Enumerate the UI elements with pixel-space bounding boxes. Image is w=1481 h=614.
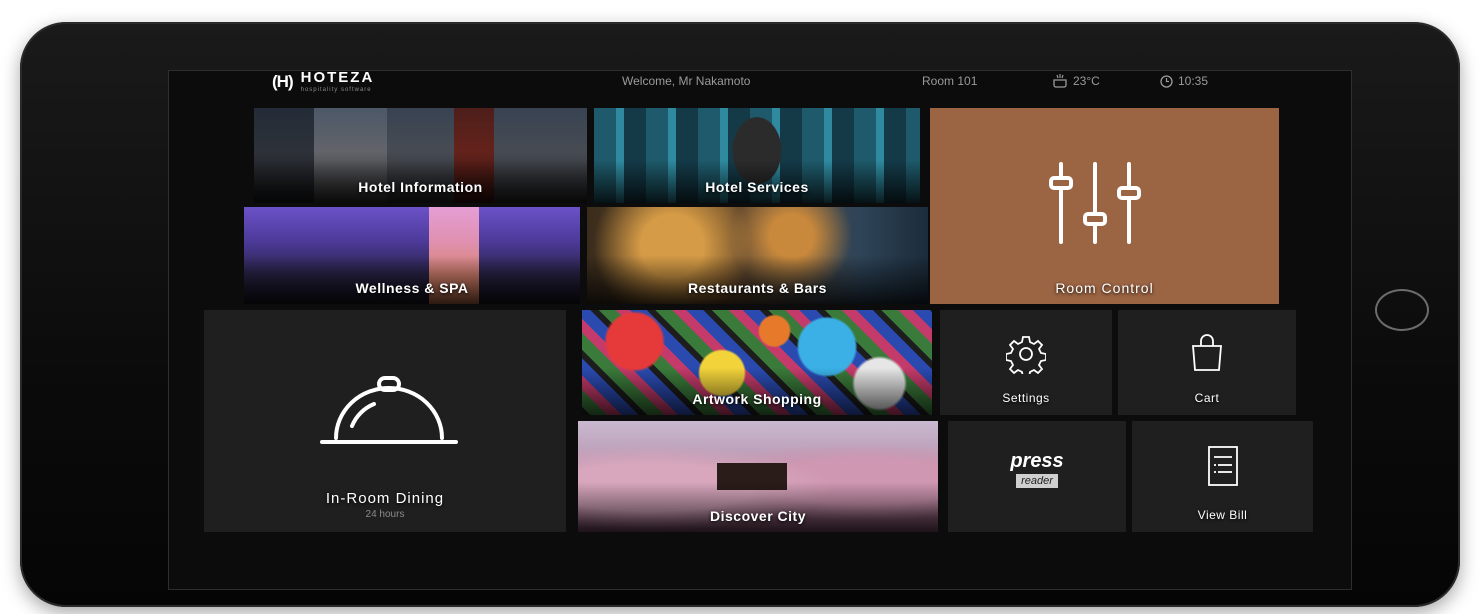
clock-icon <box>1160 74 1173 88</box>
receipt-icon <box>1208 446 1238 486</box>
logo-icon: (H) <box>272 71 294 91</box>
cloche-icon <box>320 376 458 444</box>
tile-label: Restaurants & Bars <box>688 280 827 296</box>
shopping-bag-icon <box>1192 334 1222 371</box>
tile-label: Artwork Shopping <box>692 391 822 407</box>
tile-label: Cart <box>1194 391 1220 405</box>
time-value: 10:35 <box>1178 74 1209 88</box>
thermostat-icon <box>1053 74 1067 88</box>
tile-artwork-shopping[interactable]: Artwork Shopping <box>582 310 932 415</box>
temperature-value: 23°C <box>1073 74 1100 88</box>
tile-label: Hotel Services <box>705 179 809 195</box>
tile-label: View Bill <box>1197 508 1248 522</box>
brand-name: HOTEZA <box>300 69 375 86</box>
tile-hotel-services[interactable]: Hotel Services <box>594 108 920 203</box>
tile-label: Settings <box>1002 391 1050 405</box>
tile-restaurants-bars[interactable]: Restaurants & Bars <box>587 207 928 304</box>
tile-pressreader[interactable]: press reader <box>948 421 1126 532</box>
brand-tagline: hospitality software <box>300 87 372 93</box>
tile-label: In-Room Dining <box>325 490 445 507</box>
tile-wellness-spa[interactable]: Wellness & SPA <box>244 207 580 304</box>
tile-label: Hotel Information <box>358 179 483 195</box>
tile-sublabel: 24 hours <box>365 509 405 520</box>
clock-display: 10:35 <box>1160 74 1208 88</box>
tile-label: Discover City <box>710 508 806 524</box>
tile-label: Room Control <box>1055 280 1154 296</box>
tile-room-control[interactable]: Room Control <box>930 108 1279 304</box>
room-number: Room 101 <box>922 74 978 88</box>
press-word: press <box>1010 450 1064 472</box>
tile-view-bill[interactable]: View Bill <box>1132 421 1313 532</box>
temperature-display[interactable]: 23°C <box>1052 74 1100 88</box>
tile-cart[interactable]: Cart <box>1118 310 1296 415</box>
tile-hotel-information[interactable]: Hotel Information <box>254 108 587 203</box>
pressreader-logo: press reader <box>948 451 1126 489</box>
sliders-icon <box>1049 162 1141 244</box>
home-button[interactable] <box>1375 289 1429 331</box>
gear-icon <box>1006 336 1046 374</box>
brand-logo[interactable]: (H) HOTEZA hospitality software <box>272 70 374 93</box>
tile-in-room-dining[interactable]: In-Room Dining 24 hours <box>204 310 566 532</box>
tile-label: Wellness & SPA <box>355 280 469 296</box>
welcome-text: Welcome, Mr Nakamoto <box>622 74 751 88</box>
reader-word: reader <box>1016 474 1058 488</box>
tile-discover-city[interactable]: Discover City <box>578 421 938 532</box>
tile-settings[interactable]: Settings <box>940 310 1112 415</box>
